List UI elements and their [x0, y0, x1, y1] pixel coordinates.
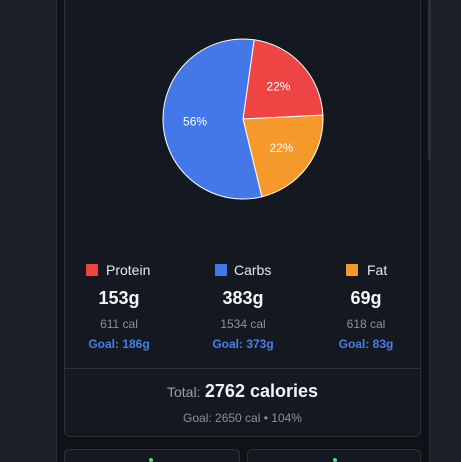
macro-carbs-calories: 1534 cal — [220, 317, 266, 331]
macro-carbs-grams: 383g — [222, 288, 264, 308]
bottom-left-button[interactable] — [64, 449, 240, 462]
macro-protein-name: Protein — [106, 262, 151, 278]
bottom-left-button-icon — [149, 458, 153, 462]
fat-color-swatch — [346, 264, 358, 276]
macro-carbs-name: Carbs — [234, 262, 272, 278]
macro-protein-header: Protein — [64, 258, 174, 282]
macro-carbs-goal: Goal: 373g — [212, 337, 274, 351]
calorie-goal-progress: Goal: 2650 cal • 104% — [183, 411, 302, 425]
bottom-right-button[interactable] — [247, 449, 421, 462]
macro-protein-grams: 153g — [98, 288, 140, 308]
pie-label-protein: 22% — [266, 80, 290, 94]
macro-fat-grams: 69g — [350, 288, 382, 308]
macro-pie-chart: 22% 22% 56% — [162, 38, 324, 200]
macro-carbs-header: Carbs — [188, 258, 298, 282]
macro-fat-calories: 618 cal — [346, 317, 386, 331]
total-label: Total: — [166, 384, 201, 400]
macro-fat-goal: Goal: 83g — [338, 337, 394, 351]
screen: 22% 22% 56% Protein 153g 611 cal Goal: 186… — [0, 0, 461, 462]
macro-protein-calories: 611 cal — [100, 317, 138, 331]
total-value: 2762 calories — [204, 381, 318, 401]
scrollbar[interactable] — [428, 0, 431, 160]
macro-fat-name: Fat — [367, 262, 388, 278]
macro-fat-header: Fat — [311, 258, 421, 282]
divider — [64, 368, 421, 369]
pie-label-fat: 22% — [269, 141, 293, 155]
carbs-color-swatch — [215, 264, 227, 276]
total-calories: Total: 2762 calories — [64, 381, 421, 402]
bottom-right-button-icon — [333, 458, 337, 462]
macro-protein-goal: Goal: 186g — [88, 337, 150, 351]
protein-color-swatch — [86, 264, 98, 276]
pie-label-carbs: 56% — [183, 114, 207, 128]
